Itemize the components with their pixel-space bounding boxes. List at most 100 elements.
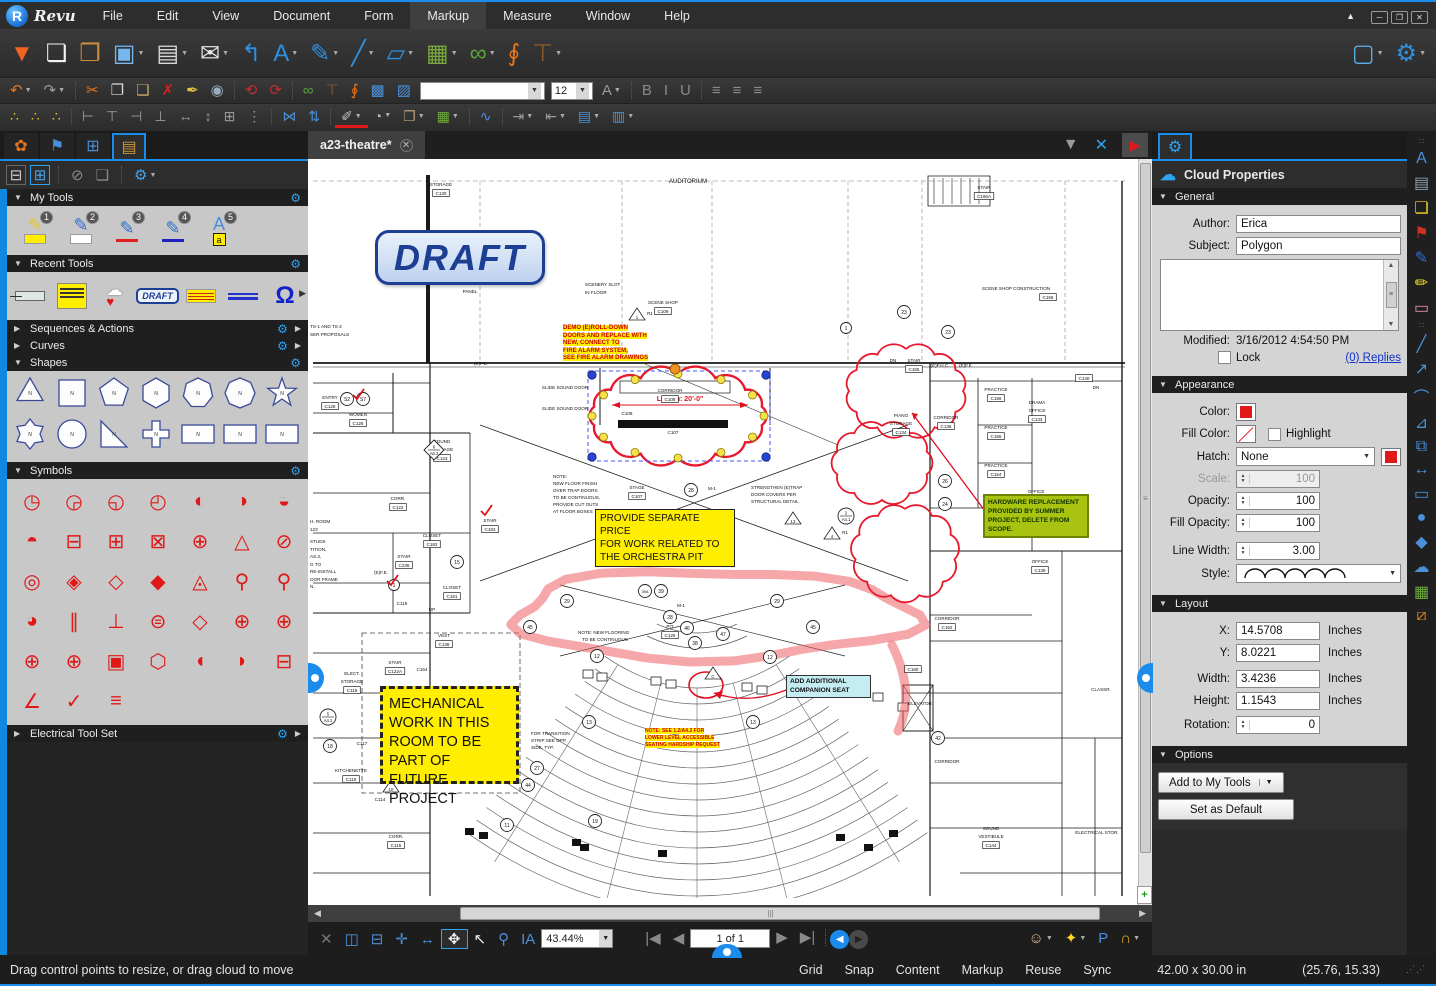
add-to-my-tools-dropdown-icon[interactable]: ▼ bbox=[1259, 779, 1273, 786]
profile-user[interactable]: ☺▼ bbox=[1022, 930, 1058, 947]
stamp-tool[interactable]: ⊤▼ bbox=[526, 39, 568, 68]
zoom-tool[interactable]: ⚲ bbox=[492, 930, 515, 948]
hatch-color-swatch[interactable] bbox=[1381, 448, 1401, 466]
recent-highlight-note[interactable] bbox=[184, 279, 218, 313]
rectangle-markup[interactable]: ▭ bbox=[1414, 482, 1429, 506]
sequences-expand-icon[interactable]: ▶ bbox=[295, 324, 301, 333]
symbol-item-21[interactable]: ◕ bbox=[11, 601, 53, 641]
status-toggle-content[interactable]: Content bbox=[896, 963, 940, 977]
symbol-item-1[interactable]: ◶ bbox=[53, 481, 95, 521]
subject-field[interactable] bbox=[1236, 237, 1401, 255]
close-document[interactable]: ✕ bbox=[1093, 135, 1110, 155]
typewriter[interactable]: ▤ bbox=[1414, 171, 1429, 195]
cut[interactable]: ✂ bbox=[80, 81, 105, 99]
bookmarks-tab[interactable]: ⚑ bbox=[40, 133, 74, 159]
text-markup[interactable]: A bbox=[1416, 148, 1427, 170]
layers[interactable]: ❐▼ bbox=[397, 108, 431, 125]
section-sequences[interactable]: ▶Sequences & Actions⚙▶ bbox=[7, 320, 308, 337]
align-edges-right[interactable]: ⊣ bbox=[124, 108, 148, 125]
demo-doors-note-markup[interactable]: DEMO (E)ROLL-DOWN DOORS AND REPLACE WITH… bbox=[563, 325, 658, 363]
font-size-dropdown-icon[interactable]: ▼ bbox=[576, 83, 589, 99]
polygon-markup[interactable]: ◆ bbox=[1415, 530, 1427, 554]
collapse-tab-row[interactable]: ▼ bbox=[1061, 136, 1081, 154]
y-field[interactable] bbox=[1236, 644, 1320, 662]
menu-form[interactable]: Form bbox=[347, 2, 410, 29]
callout-markup[interactable]: ⧉ bbox=[1416, 436, 1427, 458]
highlight-checkbox[interactable] bbox=[1268, 428, 1281, 441]
image-tool[interactable]: ▦▼ bbox=[420, 39, 464, 68]
underline[interactable]: U bbox=[674, 82, 697, 99]
indent[interactable]: ⇥▼ bbox=[507, 108, 540, 125]
split-horizontal[interactable]: ⊟ bbox=[365, 930, 390, 948]
symbol-item-13[interactable]: ⊘ bbox=[263, 521, 305, 561]
fit-page[interactable]: ✛ bbox=[389, 930, 414, 948]
status-toggle-snap[interactable]: Snap bbox=[845, 963, 874, 977]
sticky-note[interactable]: ❏ bbox=[1414, 196, 1428, 220]
last-page[interactable]: ▶| bbox=[794, 928, 821, 946]
format-painter[interactable]: ✒ bbox=[180, 81, 205, 99]
restore-button[interactable]: ❐ bbox=[1391, 11, 1408, 24]
menu-markup[interactable]: Markup bbox=[410, 2, 486, 29]
settings-gear[interactable]: ⚙▼ bbox=[1390, 39, 1432, 68]
ink-bottle[interactable]: ◔▼ bbox=[368, 108, 397, 124]
attach-file[interactable]: ∮ bbox=[345, 81, 365, 99]
symbol-item-9[interactable]: ⊞ bbox=[95, 521, 137, 561]
status-toggle-reuse[interactable]: Reuse bbox=[1025, 963, 1061, 977]
highlighter[interactable]: ✏ bbox=[1415, 271, 1428, 295]
font-size-select[interactable]: 12▼ bbox=[551, 82, 593, 100]
line-markup[interactable]: ╱ bbox=[1417, 332, 1427, 356]
menu-help[interactable]: Help bbox=[647, 2, 707, 29]
symbol-item-18[interactable]: ◬ bbox=[179, 561, 221, 601]
pan-tool[interactable]: ✥ bbox=[441, 929, 468, 949]
minimize-button[interactable]: ─ bbox=[1371, 11, 1388, 24]
expand-symbols[interactable]: ⊞ bbox=[30, 165, 50, 185]
menu-view[interactable]: View bbox=[195, 2, 256, 29]
eraser[interactable]: ▭ bbox=[1414, 296, 1429, 320]
font-family-select[interactable]: ▼ bbox=[420, 82, 545, 100]
select-text-tool[interactable]: IA bbox=[515, 931, 541, 948]
open-file[interactable]: ❒ bbox=[73, 39, 107, 68]
symbol-item-34[interactable]: ⊟ bbox=[263, 641, 305, 681]
presentation-monitor[interactable]: ▢▼ bbox=[1346, 39, 1390, 68]
curve-tools[interactable]: ∿ bbox=[474, 108, 498, 125]
center-markups[interactable]: ⊞ bbox=[218, 108, 242, 125]
scroll-left-icon[interactable]: ◀ bbox=[308, 908, 327, 919]
paste[interactable]: ❑ bbox=[130, 81, 155, 99]
highlight-tool[interactable]: 1✎ bbox=[15, 211, 55, 251]
symbol-item-7[interactable]: ◓ bbox=[11, 521, 53, 561]
comment-scrollbar[interactable]: ▲≡▼ bbox=[1383, 260, 1398, 330]
previous-page[interactable]: ◀ bbox=[667, 929, 691, 947]
properties-mode[interactable]: ❏ bbox=[92, 161, 113, 189]
symbol-item-28[interactable]: ⊕ bbox=[11, 641, 53, 681]
redo[interactable]: ↷▼ bbox=[38, 81, 72, 99]
curves-expand-icon[interactable]: ▶ bbox=[295, 341, 301, 350]
align-edges-bottom[interactable]: ⊥ bbox=[148, 108, 172, 125]
vertical-scrollbar[interactable]: + bbox=[1138, 159, 1152, 905]
recent-cloud-heart[interactable]: ☁♥ bbox=[97, 279, 131, 313]
symbol-item-29[interactable]: ⊕ bbox=[53, 641, 95, 681]
symbol-item-27[interactable]: ⊕ bbox=[263, 601, 305, 641]
horizontal-scrollbar-thumb[interactable] bbox=[460, 907, 1100, 920]
menu-edit[interactable]: Edit bbox=[140, 2, 196, 29]
drawing-canvas[interactable]: Length: 20'-0"AUDITORIUMSTORAGEC130STAIR… bbox=[308, 159, 1152, 905]
recent-blue-lines[interactable] bbox=[226, 279, 260, 313]
polyline-markup[interactable]: ⊿ bbox=[1415, 411, 1428, 435]
eraser-markup[interactable]: ▩ bbox=[365, 81, 391, 99]
cutout-markup[interactable]: ▨ bbox=[391, 81, 417, 99]
symbol-item-6[interactable]: ◒ bbox=[263, 481, 305, 521]
x-field[interactable] bbox=[1236, 622, 1320, 640]
status-toggle-markup[interactable]: Markup bbox=[962, 963, 1004, 977]
measure-markup[interactable]: ↔ bbox=[1414, 459, 1430, 481]
new-document[interactable]: ❏ bbox=[40, 39, 74, 68]
file-access-tab[interactable]: ✿ bbox=[4, 133, 38, 159]
section-curves[interactable]: ▶Curves⚙▶ bbox=[7, 337, 308, 354]
symbol-item-24[interactable]: ⊜ bbox=[137, 601, 179, 641]
vertical-scrollbar-thumb[interactable] bbox=[1140, 163, 1151, 853]
opacity-stepper[interactable]: ▲▼100 bbox=[1236, 492, 1320, 510]
copy[interactable]: ❐ bbox=[105, 81, 130, 99]
cloud-markup[interactable]: ☁ bbox=[1414, 555, 1430, 579]
add-to-my-tools-button[interactable]: Add to My Tools▼ bbox=[1158, 772, 1284, 793]
snapshot-camera[interactable]: ◉ bbox=[205, 81, 230, 99]
arc-markup[interactable]: ⌒ bbox=[1413, 382, 1429, 410]
symbol-item-8[interactable]: ⊟ bbox=[53, 521, 95, 561]
